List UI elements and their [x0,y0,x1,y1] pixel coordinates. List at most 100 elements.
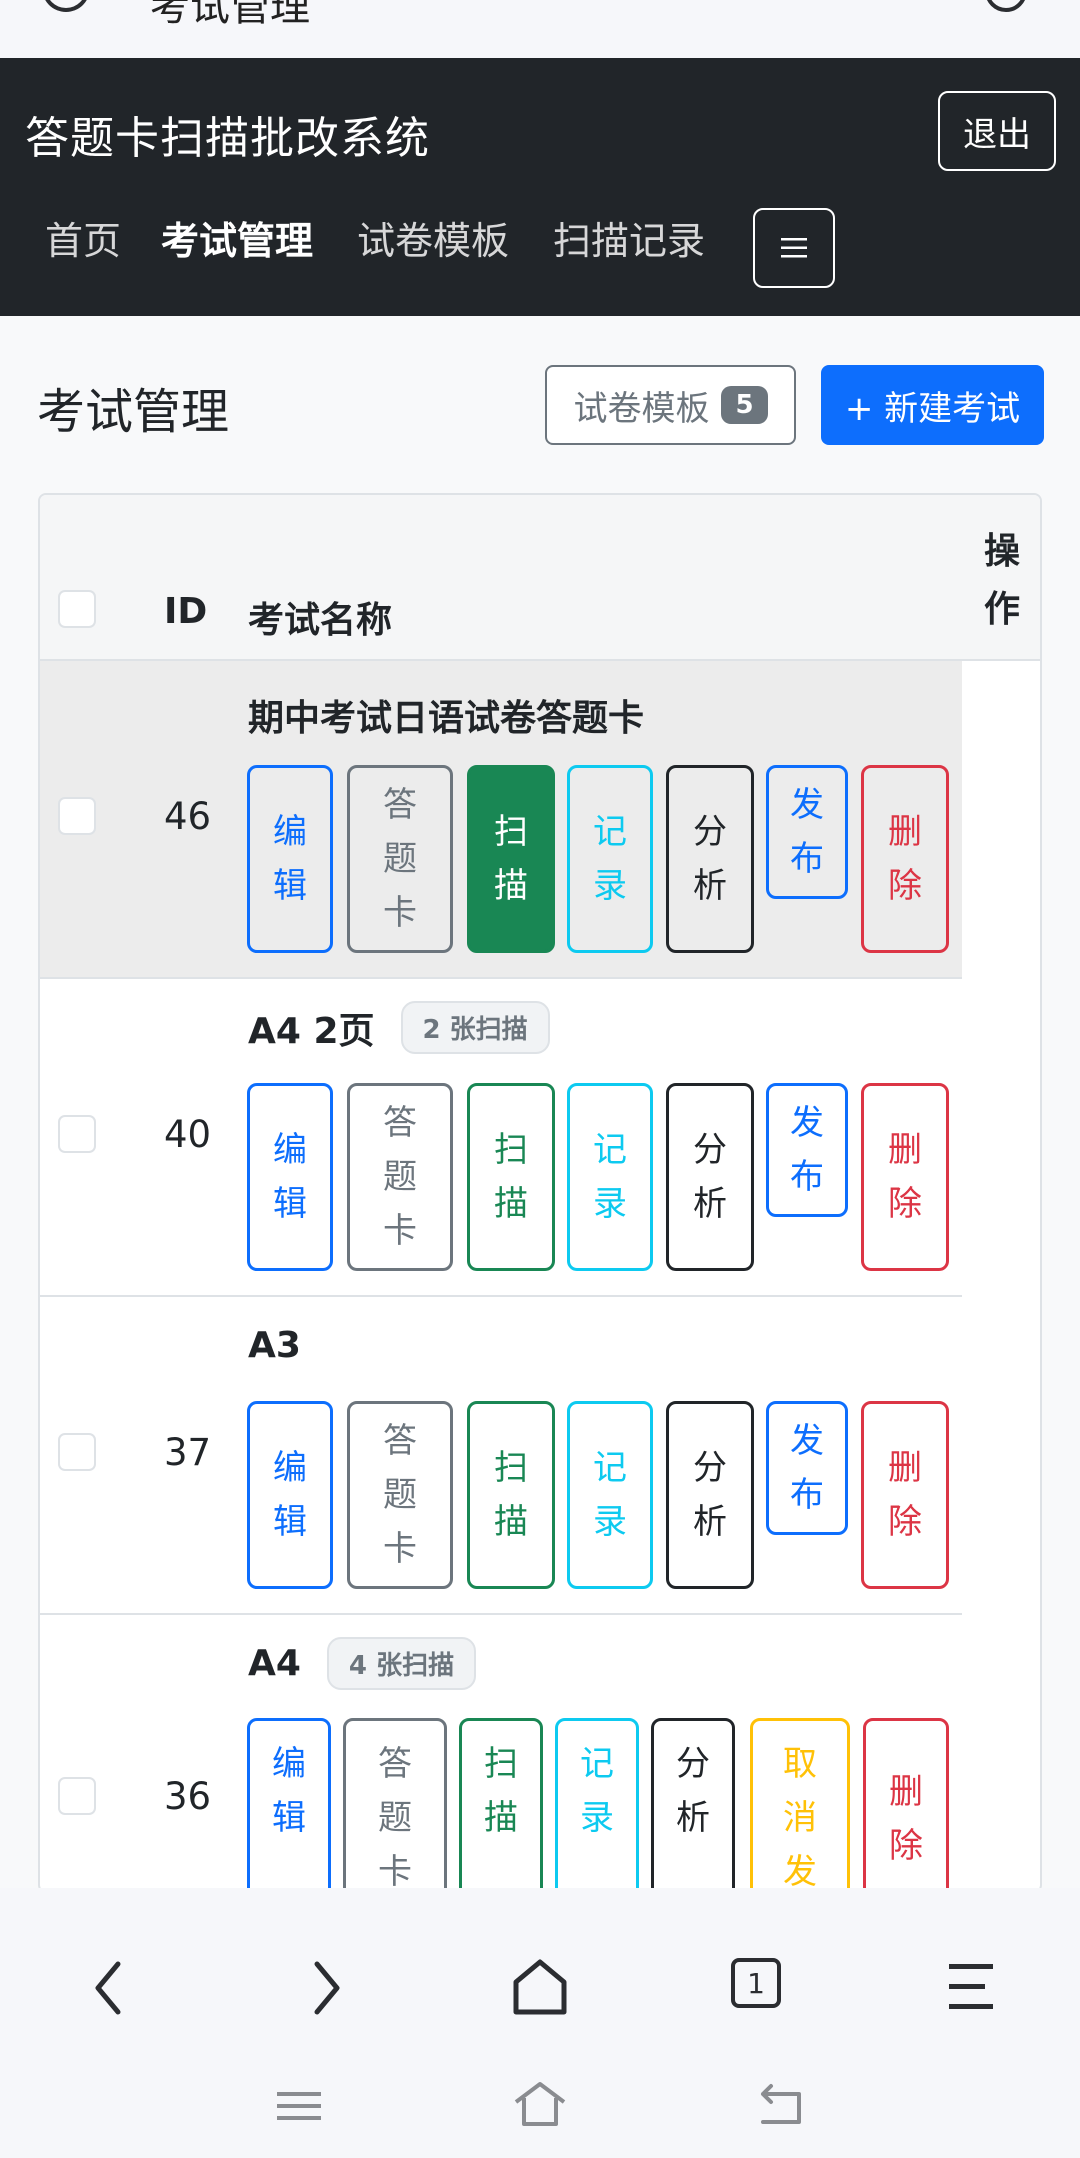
address-text[interactable]: 考试管理 [150,0,310,32]
answer-card-button[interactable]: 答题卡 [347,1083,453,1271]
scan-button-char: 描 [494,866,528,906]
select-all-checkbox[interactable] [58,590,96,628]
row-exam-name: 期中考试日语试卷答题卡 [248,689,644,741]
answer-card-button-char: 卡 [383,1529,417,1569]
header-actions-char-1: 操 [984,531,1021,572]
edit-button[interactable]: 编辑 [247,1401,333,1589]
scan-button[interactable]: 扫描 [467,765,555,953]
row-checkbox[interactable] [58,797,96,835]
records-button-char: 记 [593,812,627,852]
row-id: 46 [164,795,212,838]
analyze-button[interactable]: 分析 [651,1718,735,1891]
analyze-button-char: 分 [676,1744,710,1784]
app-brand[interactable]: 答题卡扫描批改系统 [25,102,430,166]
template-count-badge: 5 [721,386,768,424]
row-checkbox[interactable] [58,1777,96,1815]
exam-name-text: A3 [248,1325,301,1366]
scan-button[interactable]: 扫描 [467,1083,555,1271]
delete-button[interactable]: 删除 [861,1083,949,1271]
edit-button[interactable]: 编辑 [247,765,333,953]
records-button[interactable]: 记录 [567,1401,653,1589]
edit-button-char: 辑 [272,1798,306,1838]
publish-button[interactable]: 发布 [766,1083,848,1217]
nav-toggle-button[interactable] [753,208,835,288]
scan-button-char: 扫 [494,1130,528,1170]
browser-address-bar: 考试管理 [0,0,1080,58]
edit-button-char: 编 [273,1130,307,1170]
unpublish-button[interactable]: 取消发 [750,1718,850,1891]
scan-count-badge: 2 张扫描 [400,1001,550,1054]
page-title: 考试管理 [37,384,230,440]
logout-button[interactable]: 退出 [938,91,1056,171]
publish-button-char: 布 [790,1475,824,1515]
home-icon[interactable] [510,1956,570,2018]
answer-card-button[interactable]: 答题卡 [347,765,453,953]
analyze-button-char: 分 [693,1130,727,1170]
edit-button[interactable]: 编辑 [247,1718,331,1891]
analyze-button-char: 分 [693,1448,727,1488]
exam-name-text: 期中考试日语试卷答题卡 [248,698,645,739]
new-exam-button[interactable]: + 新建考试 [821,365,1044,445]
delete-button-char: 除 [888,866,922,906]
edit-button-char: 编 [273,1448,307,1488]
answer-card-button[interactable]: 答题卡 [347,1401,453,1589]
answer-card-button-char: 题 [383,839,417,879]
home-icon[interactable] [510,2080,570,2128]
answer-card-button-char: 答 [383,1421,417,1461]
answer-card-button-char: 卡 [383,1211,417,1251]
delete-button[interactable]: 删除 [861,765,949,953]
template-button[interactable]: 试卷模板 5 [545,365,796,445]
publish-button[interactable]: 发布 [766,1401,848,1535]
delete-button-char: 除 [888,1502,922,1542]
delete-button[interactable]: 删除 [861,1401,949,1589]
account-icon[interactable] [985,0,1027,12]
answer-card-button[interactable]: 答题卡 [343,1718,447,1892]
records-button[interactable]: 记录 [567,765,653,953]
scan-button[interactable]: 扫描 [459,1718,543,1891]
scan-count-badge: 4 张扫描 [326,1637,477,1690]
answer-card-button-char: 卡 [383,893,417,933]
row-id: 40 [164,1113,212,1156]
records-button-char: 记 [593,1448,627,1488]
scan-button[interactable]: 扫描 [467,1401,555,1589]
records-button-char: 录 [593,1502,627,1542]
publish-button-char: 布 [790,839,824,879]
delete-button[interactable]: 删除 [863,1718,949,1891]
records-button[interactable]: 记录 [555,1718,639,1891]
analyze-button[interactable]: 分析 [666,1401,754,1589]
answer-card-button-char: 卡 [378,1852,412,1892]
analyze-button[interactable]: 分析 [666,765,754,953]
nav-link-scan-records[interactable]: 扫描记录 [553,206,705,276]
header-id: ID [164,591,208,632]
tabs-icon[interactable]: 1 [731,1958,781,2008]
records-button[interactable]: 记录 [567,1083,653,1271]
exam-name-text: A4 [248,1643,301,1684]
edit-button-char: 编 [273,812,307,852]
analyze-button[interactable]: 分析 [666,1083,754,1271]
recents-icon[interactable] [275,2086,323,2126]
analyze-button-char: 分 [693,812,727,852]
menu-icon[interactable] [945,1960,997,2014]
unpublish-button-char: 消 [783,1798,817,1838]
answer-card-button-char: 答 [378,1744,412,1784]
back-icon[interactable] [753,2082,809,2128]
publish-button[interactable]: 发布 [766,765,848,899]
edit-button-char: 编 [272,1744,306,1784]
browser-bottom-toolbar: 1 [0,1888,1080,2158]
edit-button[interactable]: 编辑 [247,1083,333,1271]
records-button-char: 记 [580,1744,614,1784]
nav-link-templates[interactable]: 试卷模板 [357,206,509,276]
forward-icon[interactable] [305,1958,345,2018]
delete-button-char: 删 [888,812,922,852]
answer-card-button-char: 题 [378,1798,412,1838]
row-checkbox[interactable] [58,1115,96,1153]
nav-link-home[interactable]: 首页 [45,206,121,276]
template-button-label: 试卷模板 [573,388,710,429]
table-header: ID 考试名称 操 作 [40,495,1040,661]
nav-link-exams[interactable]: 考试管理 [161,206,313,276]
delete-button-char: 除 [888,1184,922,1224]
back-icon[interactable] [90,1958,130,2018]
records-button-char: 录 [580,1798,614,1838]
row-checkbox[interactable] [58,1433,96,1471]
delete-button-char: 删 [889,1772,923,1812]
